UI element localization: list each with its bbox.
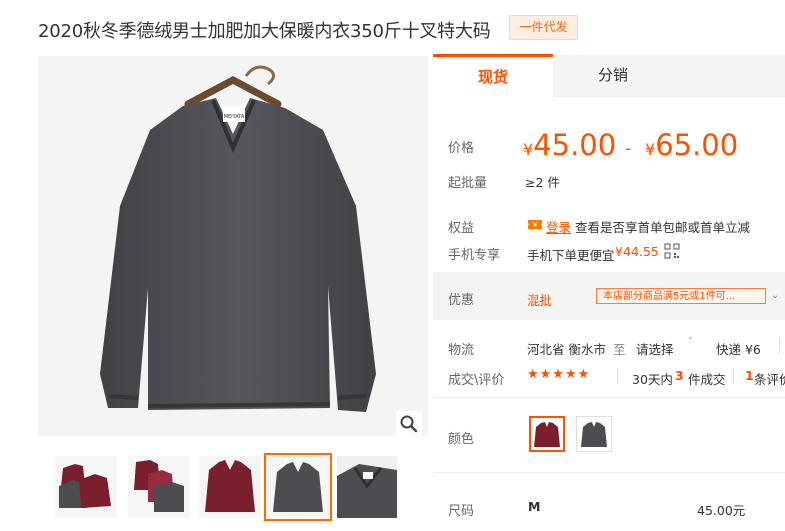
thumbnail-image xyxy=(55,456,117,518)
promo-tag[interactable]: 本店部分商品满5元或1件可... xyxy=(596,288,766,304)
divider xyxy=(779,338,780,354)
qr-code-icon[interactable] xyxy=(664,243,680,263)
price-separator: - xyxy=(625,138,632,159)
thumbnail-image xyxy=(128,456,190,518)
main-product-image[interactable]: MEIYATA xyxy=(38,56,428,436)
section-divider xyxy=(433,397,785,398)
chevron-down-icon[interactable]: ⌄ xyxy=(771,290,779,301)
price-low-value: 45.00 xyxy=(533,128,617,162)
swatch-image xyxy=(534,422,560,447)
thumbnail-3[interactable] xyxy=(199,456,261,518)
review-count[interactable]: 1 xyxy=(745,368,754,383)
moq-value: ≥2 件 xyxy=(525,175,560,190)
thumbnail-image xyxy=(267,456,329,518)
coupon-icon: ¥ xyxy=(527,216,543,235)
color-swatch-gray[interactable] xyxy=(576,416,612,452)
rating-stars: ★★★★★ xyxy=(527,367,591,382)
rights-label: 权益 xyxy=(448,221,475,236)
trade-count-suffix: 件成交 xyxy=(688,372,726,387)
logistics-from: 河北省 衡水市 xyxy=(527,342,606,357)
thumbnail-4-selected[interactable] xyxy=(264,453,332,521)
promo-label: 优惠 xyxy=(448,293,475,308)
thumbnail-2[interactable] xyxy=(128,456,190,518)
color-swatch-wine[interactable] xyxy=(529,416,565,452)
review-suffix[interactable]: 条评价 xyxy=(754,369,785,388)
brand-label: MEIYATA xyxy=(224,114,245,120)
offer-tabs: 分销 现货 xyxy=(433,54,785,98)
rights-text: 查看是否享首单包邮或首单立减 xyxy=(575,220,751,235)
currency-symbol: ¥ xyxy=(523,140,534,159)
divider xyxy=(733,368,734,384)
color-label: 颜色 xyxy=(448,432,475,447)
tab-filler xyxy=(673,55,785,96)
trade-label: 成交\评价 xyxy=(448,373,505,388)
dropship-badge[interactable]: 一件代发 xyxy=(509,15,578,40)
size-price: 45.00元 xyxy=(697,503,746,518)
price-low: ¥45.00 xyxy=(523,128,616,162)
tab-in-stock[interactable]: 现货 xyxy=(433,54,553,98)
mobile-price: ¥44.55 xyxy=(615,244,659,259)
svg-text:¥: ¥ xyxy=(533,221,538,229)
price-high-value: 65.00 xyxy=(655,128,739,162)
section-divider xyxy=(433,472,785,473)
moq-label: 起批量 xyxy=(448,176,488,191)
zoom-icon xyxy=(400,415,418,433)
swatch-image xyxy=(581,422,607,447)
express-fee: 快递 ¥6 xyxy=(716,342,761,357)
thumbnail-5[interactable] xyxy=(337,456,397,518)
size-value[interactable]: M xyxy=(528,499,540,514)
promo-type: 混批 xyxy=(527,293,553,308)
trade-days: 30天内 xyxy=(632,372,673,387)
price-high: ¥65.00 xyxy=(645,128,738,162)
price-label: 价格 xyxy=(448,141,475,156)
logistics-label: 物流 xyxy=(448,343,475,358)
currency-symbol: ¥ xyxy=(645,140,656,159)
login-link[interactable]: 登录 xyxy=(546,217,571,236)
mobile-label: 手机专享 xyxy=(448,248,501,263)
zoom-button[interactable] xyxy=(396,411,422,437)
trade-count: 3 xyxy=(675,368,684,383)
product-title: 2020秋冬季德绒男士加肥加大保暖内衣350斤十叉特大码 xyxy=(38,21,491,42)
sweater-illustration: MEIYATA xyxy=(38,56,428,436)
thumbnail-image xyxy=(337,456,397,518)
thumbnail-image xyxy=(199,456,261,518)
divider xyxy=(617,368,618,384)
destination-select[interactable]: 请选择 xyxy=(636,339,674,358)
tab-distribution[interactable]: 分销 xyxy=(553,55,673,96)
chevron-down-icon[interactable]: ˇ xyxy=(688,337,693,348)
size-label: 尺码 xyxy=(448,504,475,519)
logistics-to-word: 至 xyxy=(613,342,626,357)
mobile-text: 手机下单更便宜 xyxy=(527,248,615,263)
thumbnail-1[interactable] xyxy=(55,456,117,518)
